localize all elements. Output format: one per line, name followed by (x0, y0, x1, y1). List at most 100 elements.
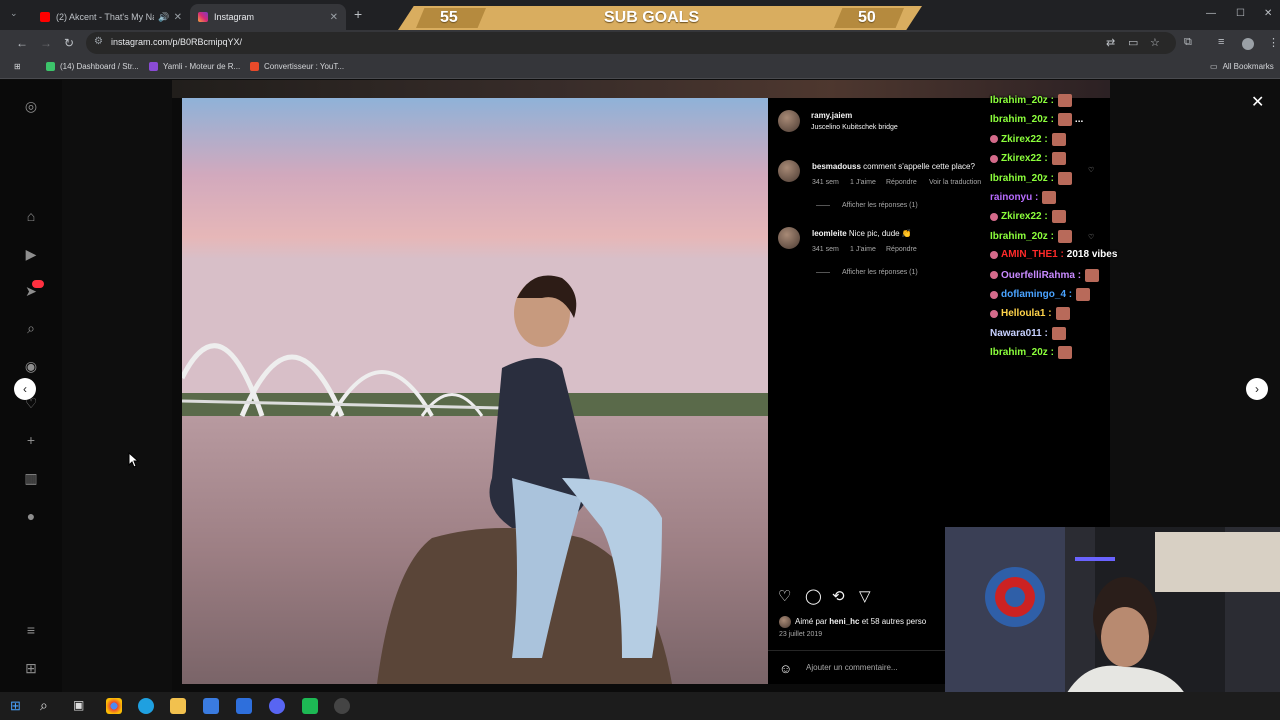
obs-app-icon[interactable] (334, 698, 350, 714)
task-view-icon[interactable]: ▣ (73, 698, 84, 712)
chat-message: OuerfelliRahma : (990, 268, 1102, 282)
dashboard-icon[interactable]: ▥ (22, 470, 40, 487)
comment-user[interactable]: besmadouss (812, 162, 861, 171)
comment-user[interactable]: leomleite (812, 229, 847, 238)
minimize-icon[interactable]: — (1206, 8, 1216, 19)
chat-username: Nawara011 : (990, 327, 1048, 339)
youtube-icon (40, 12, 50, 22)
profile-avatar[interactable] (1242, 38, 1254, 50)
dim-background-left (62, 80, 172, 692)
author-avatar[interactable] (778, 110, 800, 132)
search-icon[interactable]: ⌕ (22, 320, 40, 337)
comment-avatar[interactable] (778, 160, 800, 182)
speaker-icon[interactable]: 🔊 (158, 12, 169, 23)
add-comment-input[interactable]: Ajouter un commentaire... (806, 663, 898, 672)
chat-emote-icon (1057, 94, 1072, 107)
comment-likes[interactable]: 1 J'aime (850, 179, 876, 186)
file-explorer-icon[interactable] (170, 698, 186, 714)
bookmark-yamli[interactable]: Yamli - Moteur de R... (149, 62, 240, 71)
discord-app-icon[interactable] (269, 698, 285, 714)
previous-post-button[interactable]: ‹ (14, 378, 36, 400)
bookmark-convertisseur[interactable]: Convertisseur : YouT... (250, 62, 344, 71)
comment-text: comment s'appelle cette place? (863, 162, 975, 171)
dashboard-icon (46, 62, 55, 71)
close-tab-icon[interactable]: ✕ (330, 12, 338, 23)
back-icon[interactable]: ← (16, 36, 28, 50)
store-app-icon[interactable] (203, 698, 219, 714)
threads-icon[interactable]: ⊞ (22, 660, 40, 677)
share-icon[interactable]: ▽ (859, 587, 871, 605)
reels-icon[interactable]: ▶ (22, 246, 40, 263)
liked-by-user[interactable]: heni_hc (829, 617, 859, 626)
tab-youtube[interactable]: (2) Akcent - That's My Nam 🔊 ✕ (32, 4, 190, 30)
show-replies-button[interactable]: Afficher les réponses (1) (842, 269, 918, 276)
bookmark-star-icon[interactable]: ☆ (1150, 36, 1160, 49)
taskbar-search-icon[interactable]: ⌕ (40, 697, 48, 714)
chat-emote-icon (1051, 132, 1066, 146)
reload-icon[interactable]: ↻ (64, 36, 74, 50)
profile-icon[interactable]: ● (22, 508, 40, 524)
comment-text: Nice pic, dude 👏 (848, 229, 912, 238)
comment-age: 341 sem (812, 179, 839, 186)
post-location[interactable]: Juscelino Kubitschek bridge (811, 124, 898, 131)
mouse-cursor-icon (128, 452, 140, 468)
repost-icon[interactable]: ⟲ (832, 587, 845, 605)
liked-by-summary[interactable]: Aimé par heni_hc et 58 autres perso (795, 617, 926, 626)
close-post-icon[interactable]: ✕ (1251, 92, 1264, 112)
comment-avatar[interactable] (778, 227, 800, 249)
media-icon[interactable]: ≡ (1218, 36, 1224, 48)
comment-likes[interactable]: 1 J'aime (850, 246, 876, 253)
chrome-app-icon[interactable] (106, 698, 122, 714)
more-menu-icon[interactable]: ≡ (22, 622, 40, 638)
comment-icon[interactable]: ◯ (805, 587, 822, 605)
bookmarks-bar: ⊞ (14) Dashboard / Str... Yamli - Moteur… (0, 57, 1280, 79)
create-icon[interactable]: + (22, 432, 40, 448)
spotify-app-icon[interactable] (302, 698, 318, 714)
post-author[interactable]: ramy.jaiem (811, 111, 852, 120)
translate-icon[interactable]: ⇄ (1106, 36, 1115, 49)
chat-message: AMIN_THE1 :2018 vibes (990, 249, 1117, 260)
new-tab-button[interactable]: + (354, 6, 362, 22)
tab-search-icon[interactable]: ⌄ (10, 8, 18, 19)
comment-body: besmadouss comment s'appelle cette place… (812, 162, 975, 171)
bookmark-label: Yamli - Moteur de R... (163, 62, 241, 71)
bookmark-dashboard[interactable]: (14) Dashboard / Str... (46, 62, 139, 71)
chat-username: OuerfelliRahma : (1001, 269, 1082, 281)
maximize-icon[interactable]: ☐ (1236, 8, 1245, 19)
post-date: 23 juillet 2019 (779, 631, 823, 638)
address-bar[interactable]: ⚙ instagram.com/p/B0RBcmipqYX/ (86, 32, 1176, 54)
chat-username: AMIN_THE1 : (1001, 249, 1064, 261)
instagram-icon (198, 12, 208, 22)
reply-button[interactable]: Répondre (886, 246, 917, 253)
translate-button[interactable]: Voir la traduction (929, 179, 981, 186)
site-info-icon[interactable]: ⚙ (94, 36, 103, 47)
chat-message: Zkirex22 : (990, 210, 1069, 224)
next-post-button[interactable]: › (1246, 378, 1268, 400)
explore-icon[interactable]: ◉ (22, 358, 40, 375)
emoji-icon[interactable]: ☺ (779, 661, 792, 676)
chat-username: doflamingo_4 : (1001, 289, 1073, 300)
chat-emote-icon (1051, 326, 1066, 340)
cast-icon[interactable]: ▭ (1128, 36, 1138, 49)
chat-message: Zkirex22 : (990, 152, 1069, 166)
edge-app-icon[interactable] (138, 698, 154, 714)
reply-button[interactable]: Répondre (886, 179, 917, 186)
like-comment-icon[interactable]: ♡ (1088, 166, 1094, 174)
tab-instagram[interactable]: Instagram ✕ (190, 4, 346, 30)
like-comment-icon[interactable]: ♡ (1088, 233, 1094, 241)
like-heart-icon[interactable]: ♡ (778, 587, 791, 605)
menu-icon[interactable]: ⋮ (1268, 36, 1279, 49)
close-window-icon[interactable]: ✕ (1264, 8, 1272, 19)
close-tab-icon[interactable]: ✕ (174, 12, 182, 23)
instagram-logo-icon[interactable]: ◎ (22, 98, 40, 115)
apps-icon[interactable]: ⊞ (14, 62, 21, 71)
forward-icon[interactable]: → (40, 36, 52, 50)
all-bookmarks[interactable]: ▭ All Bookmarks (1210, 62, 1274, 71)
mail-app-icon[interactable] (236, 698, 252, 714)
home-icon[interactable]: ⌂ (22, 208, 40, 224)
show-replies-button[interactable]: Afficher les réponses (1) (842, 202, 918, 209)
liker-avatar (779, 616, 791, 628)
windows-start-icon[interactable]: ⊞ (10, 698, 21, 714)
extensions-icon[interactable]: ⧉ (1184, 36, 1192, 49)
chat-badge-icon (990, 309, 998, 318)
